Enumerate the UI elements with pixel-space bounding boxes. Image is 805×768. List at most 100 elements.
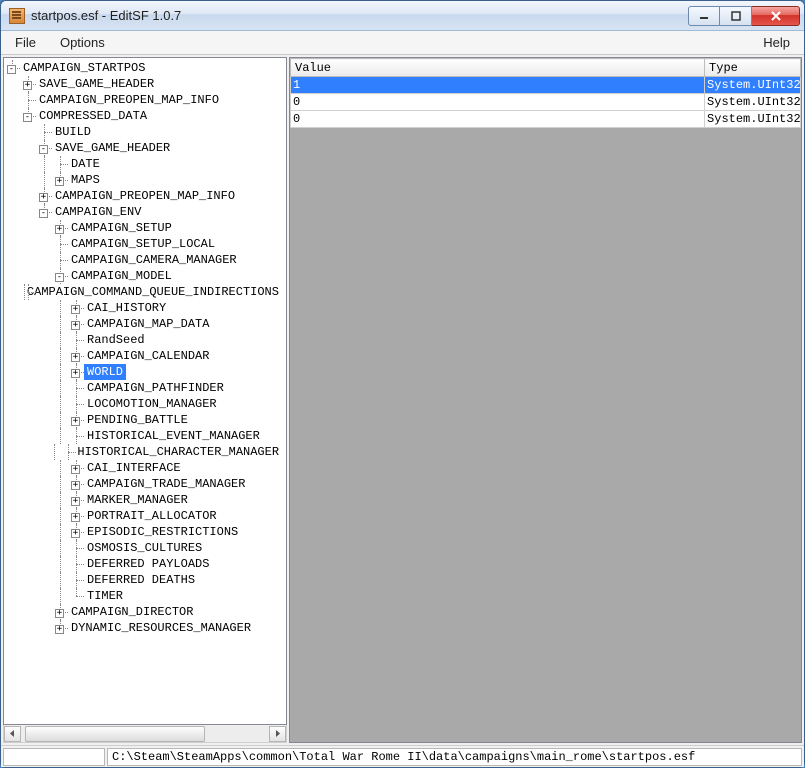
cell-value[interactable]: 1 [291, 77, 705, 94]
tree-row[interactable]: -CAMPAIGN_STARTPOS [4, 60, 286, 76]
expand-icon[interactable]: + [71, 465, 80, 474]
tree-row[interactable]: + CAI_HISTORY [4, 300, 286, 316]
tree-node-label[interactable]: SAVE_GAME_HEADER [52, 140, 173, 156]
tree-node-label[interactable]: RandSeed [84, 332, 148, 348]
tree-row[interactable]: + CAI_INTERFACE [4, 460, 286, 476]
expand-icon[interactable]: + [55, 625, 64, 634]
tree-node-label[interactable]: CAMPAIGN_MAP_DATA [84, 316, 212, 332]
tree-node-label[interactable]: MARKER_MANAGER [84, 492, 191, 508]
tree-row[interactable]: + CAMPAIGN_TRADE_MANAGER [4, 476, 286, 492]
tree-node-label[interactable]: BUILD [52, 124, 94, 140]
tree-node-label[interactable]: CAI_HISTORY [84, 300, 169, 316]
tree-row[interactable]: + CAMPAIGN_CALENDAR [4, 348, 286, 364]
tree-node-label[interactable]: DEFERRED DEATHS [84, 572, 198, 588]
expand-icon[interactable]: + [71, 353, 80, 362]
tree-horizontal-scrollbar[interactable] [3, 725, 287, 743]
tree-row[interactable]: +DYNAMIC_RESOURCES_MANAGER [4, 620, 286, 636]
collapse-icon[interactable]: - [39, 209, 48, 218]
tree-row[interactable]: BUILD [4, 124, 286, 140]
tree-node-label[interactable]: CAMPAIGN_TRADE_MANAGER [84, 476, 248, 492]
tree-row[interactable]: + PORTRAIT_ALLOCATOR [4, 508, 286, 524]
tree-node-label[interactable]: PORTRAIT_ALLOCATOR [84, 508, 220, 524]
tree-row[interactable]: DEFERRED DEATHS [4, 572, 286, 588]
tree-row[interactable]: RandSeed [4, 332, 286, 348]
table-row[interactable]: 0System.UInt32 [291, 111, 801, 128]
tree-row[interactable]: DATE [4, 156, 286, 172]
tree-node-label[interactable]: HISTORICAL_EVENT_MANAGER [84, 428, 263, 444]
tree-node-label[interactable]: WORLD [84, 364, 126, 380]
expand-icon[interactable]: + [55, 225, 64, 234]
tree-node-label[interactable]: CAMPAIGN_COMMAND_QUEUE_INDIRECTIONS [24, 284, 282, 300]
column-header-value[interactable]: Value [291, 59, 705, 77]
expand-icon[interactable]: + [71, 369, 80, 378]
tree-node-label[interactable]: COMPRESSED_DATA [36, 108, 150, 124]
tree-node-label[interactable]: CAMPAIGN_DIRECTOR [68, 604, 196, 620]
tree-row[interactable]: -COMPRESSED_DATA [4, 108, 286, 124]
scroll-right-button[interactable] [269, 726, 286, 742]
tree-node-label[interactable]: SAVE_GAME_HEADER [36, 76, 157, 92]
tree-node-label[interactable]: CAMPAIGN_STARTPOS [20, 60, 148, 76]
tree-node-label[interactable]: CAMPAIGN_CAMERA_MANAGER [68, 252, 240, 268]
tree-node-label[interactable]: CAMPAIGN_PREOPEN_MAP_INFO [36, 92, 222, 108]
tree-node-label[interactable]: CAMPAIGN_PREOPEN_MAP_INFO [52, 188, 238, 204]
tree-node-label[interactable]: CAMPAIGN_SETUP_LOCAL [68, 236, 218, 252]
expand-icon[interactable]: + [71, 305, 80, 314]
menu-file[interactable]: File [3, 31, 48, 54]
expand-icon[interactable]: + [71, 481, 80, 490]
tree-row[interactable]: CAMPAIGN_PREOPEN_MAP_INFO [4, 92, 286, 108]
expand-icon[interactable]: + [39, 193, 48, 202]
tree-node-label[interactable]: PENDING_BATTLE [84, 412, 191, 428]
tree-row[interactable]: -CAMPAIGN_ENV [4, 204, 286, 220]
tree-row[interactable]: + CAMPAIGN_PREOPEN_MAP_INFO [4, 188, 286, 204]
collapse-icon[interactable]: - [39, 145, 48, 154]
expand-icon[interactable]: + [55, 609, 64, 618]
tree-node-label[interactable]: CAMPAIGN_SETUP [68, 220, 175, 236]
close-button[interactable] [752, 6, 800, 26]
collapse-icon[interactable]: - [55, 273, 64, 282]
scroll-track[interactable] [21, 726, 269, 742]
cell-value[interactable]: 0 [291, 111, 705, 128]
expand-icon[interactable]: + [23, 81, 32, 90]
tree-node-label[interactable]: CAMPAIGN_MODEL [68, 268, 175, 284]
tree-node-label[interactable]: DATE [68, 156, 103, 172]
tree-row[interactable]: + WORLD [4, 364, 286, 380]
scroll-left-button[interactable] [4, 726, 21, 742]
tree-node-label[interactable]: CAMPAIGN_CALENDAR [84, 348, 212, 364]
tree-node-label[interactable]: HISTORICAL_CHARACTER_MANAGER [74, 444, 282, 460]
tree-row[interactable]: + MAPS [4, 172, 286, 188]
expand-icon[interactable]: + [71, 529, 80, 538]
cell-type[interactable]: System.UInt32 [705, 94, 801, 111]
tree-node-label[interactable]: DEFERRED PAYLOADS [84, 556, 212, 572]
tree-node-label[interactable]: CAI_INTERFACE [84, 460, 184, 476]
minimize-button[interactable] [688, 6, 720, 26]
menu-help[interactable]: Help [751, 31, 802, 54]
tree-node-label[interactable]: MAPS [68, 172, 103, 188]
tree-row[interactable]: CAMPAIGN_CAMERA_MANAGER [4, 252, 286, 268]
expand-icon[interactable]: + [71, 321, 80, 330]
cell-type[interactable]: System.UInt32 [705, 77, 801, 94]
tree-row[interactable]: HISTORICAL_EVENT_MANAGER [4, 428, 286, 444]
cell-type[interactable]: System.UInt32 [705, 111, 801, 128]
tree-row[interactable]: CAMPAIGN_PATHFINDER [4, 380, 286, 396]
tree-row[interactable]: + MARKER_MANAGER [4, 492, 286, 508]
expand-icon[interactable]: + [71, 497, 80, 506]
tree-node-label[interactable]: LOCOMOTION_MANAGER [84, 396, 220, 412]
tree-node-label[interactable]: TIMER [84, 588, 126, 604]
tree-row[interactable]: +PENDING_BATTLE [4, 412, 286, 428]
collapse-icon[interactable]: - [7, 65, 16, 74]
tree-row[interactable]: + SAVE_GAME_HEADER [4, 76, 286, 92]
data-grid[interactable]: ValueType1System.UInt320System.UInt320Sy… [289, 57, 802, 743]
menu-options[interactable]: Options [48, 31, 117, 54]
tree-row[interactable]: -SAVE_GAME_HEADER [4, 140, 286, 156]
tree-view[interactable]: -CAMPAIGN_STARTPOS+SAVE_GAME_HEADERCAMPA… [3, 57, 287, 725]
tree-row[interactable]: CAMPAIGN_COMMAND_QUEUE_INDIRECTIONS [4, 284, 286, 300]
tree-row[interactable]: + CAMPAIGN_MAP_DATA [4, 316, 286, 332]
tree-row[interactable]: TIMER [4, 588, 286, 604]
tree-row[interactable]: HISTORICAL_CHARACTER_MANAGER [4, 444, 286, 460]
tree-row[interactable]: OSMOSIS_CULTURES [4, 540, 286, 556]
expand-icon[interactable]: + [55, 177, 64, 186]
tree-row[interactable]: CAMPAIGN_SETUP_LOCAL [4, 236, 286, 252]
tree-row[interactable]: + CAMPAIGN_SETUP [4, 220, 286, 236]
expand-icon[interactable]: + [71, 513, 80, 522]
titlebar[interactable]: startpos.esf - EditSF 1.0.7 [1, 1, 804, 31]
